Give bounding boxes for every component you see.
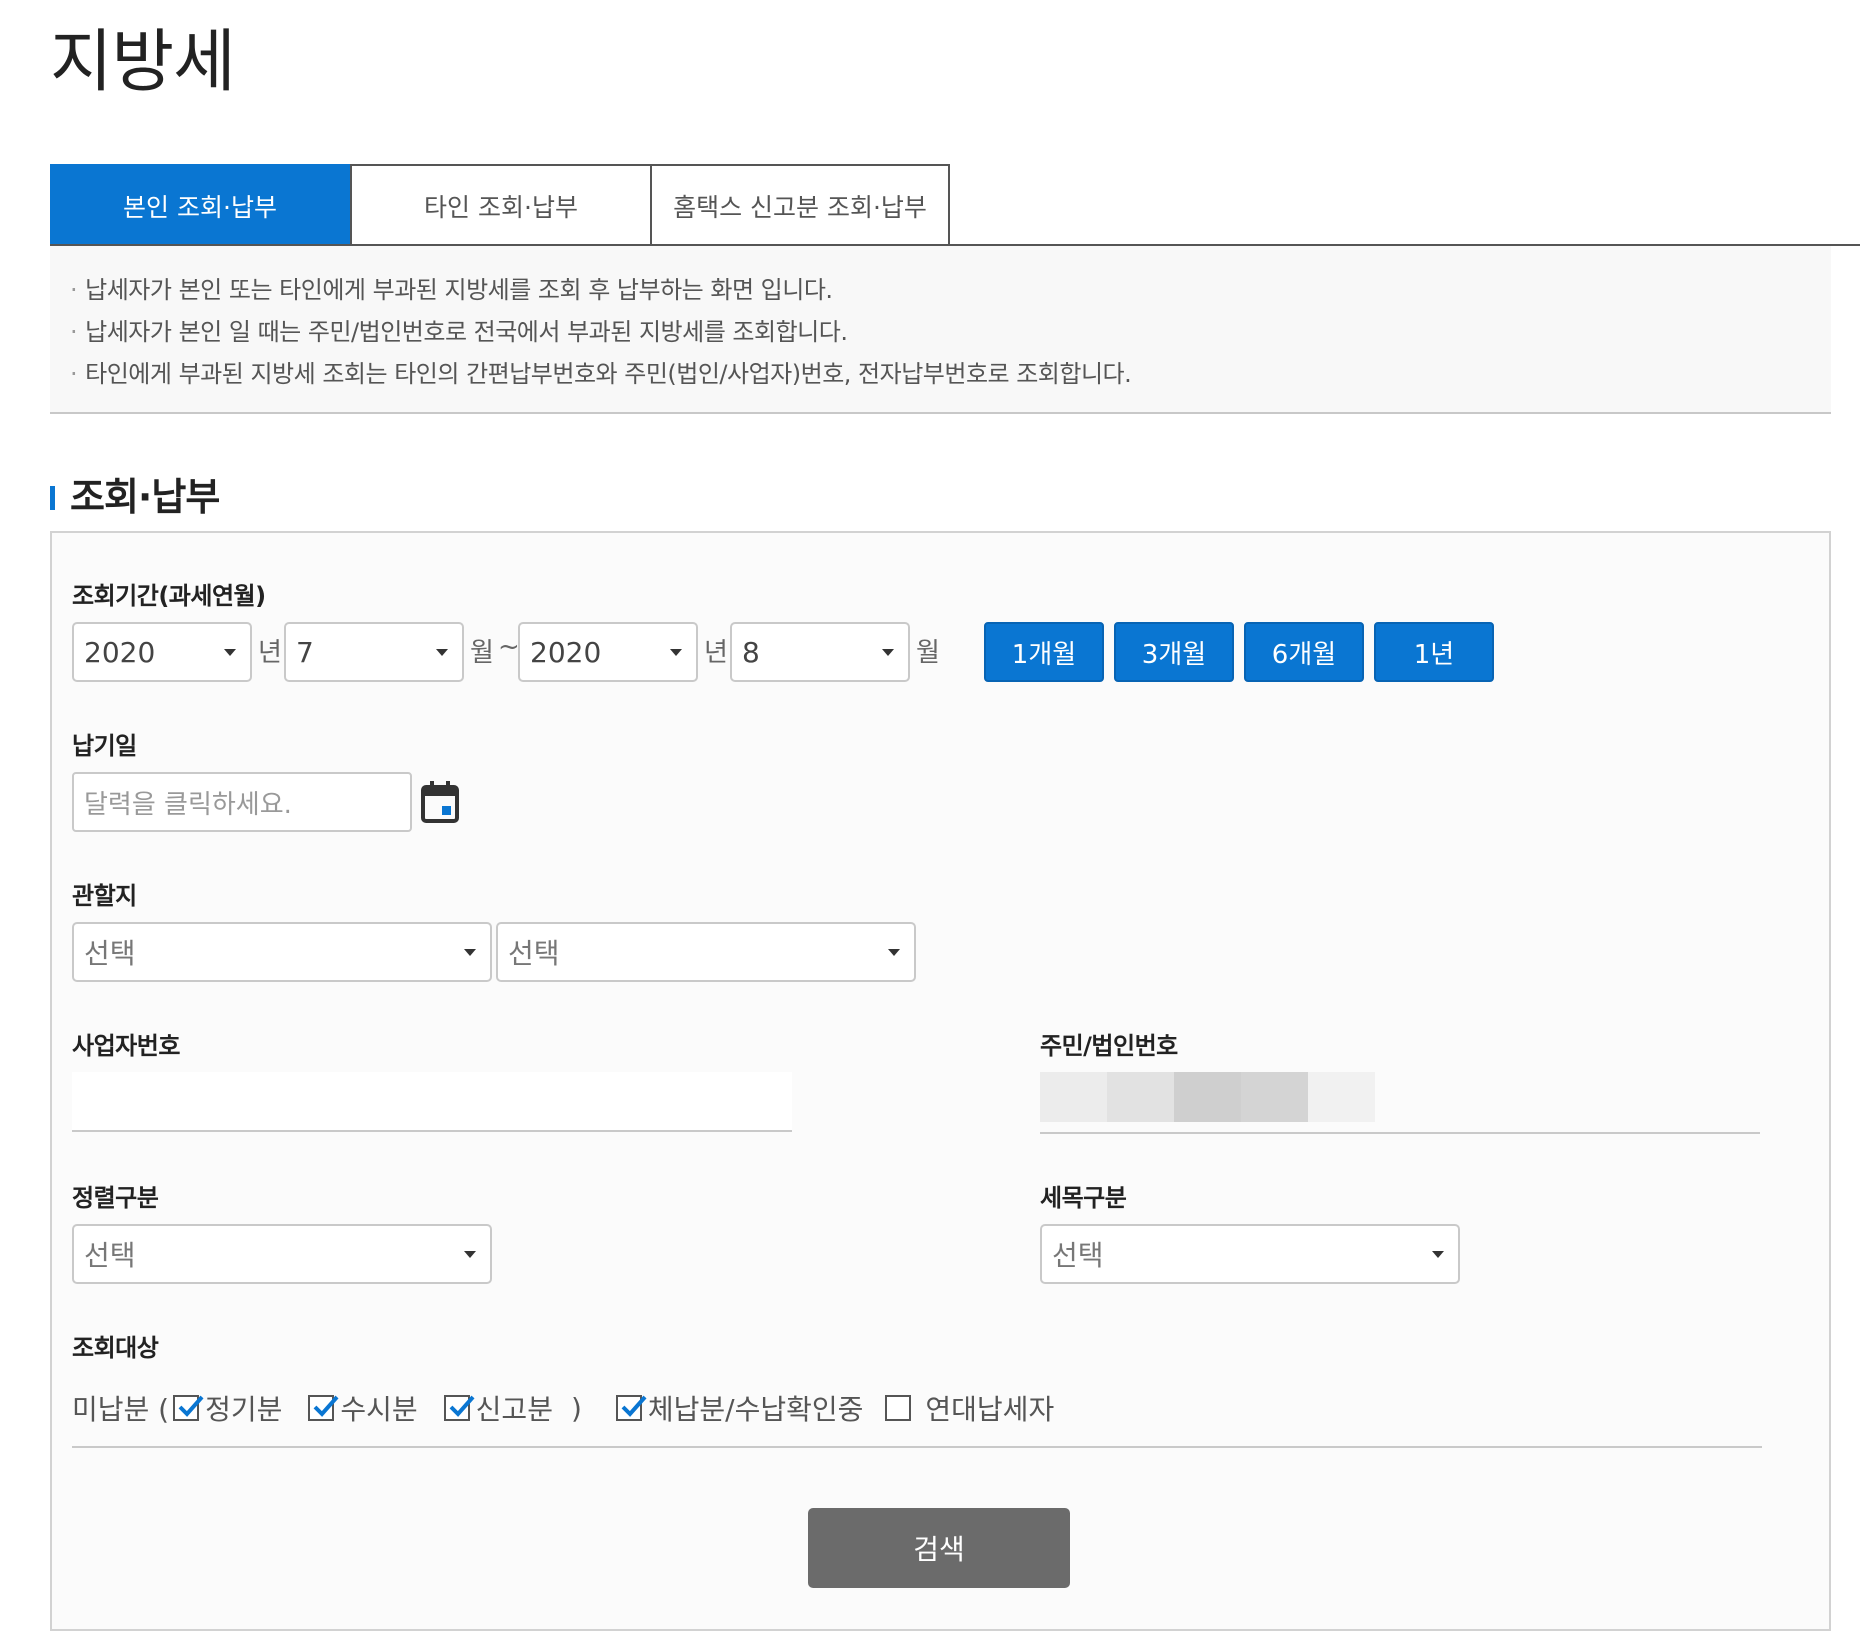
tab-hometax-label: 홈택스 신고분 조회·납부 bbox=[673, 192, 927, 222]
business-no-underline bbox=[72, 1130, 792, 1132]
notice-box: 납세자가 본인 또는 타인에게 부과된 지방세를 조회 후 납부하는 화면 입니… bbox=[50, 246, 1831, 414]
target-label: 조회대상 bbox=[72, 1334, 159, 1362]
calendar-icon[interactable] bbox=[420, 780, 460, 824]
joint-taxpayer-checkbox[interactable] bbox=[885, 1395, 912, 1421]
check-icon bbox=[621, 1395, 647, 1417]
notice-item: 타인에게 부과된 지방세 조회는 타인의 간편납부번호와 주민(법인/사업자)번… bbox=[70, 354, 1132, 389]
target-options-row: 미납분 ( 정기분 수시분 신고분 ) 체납분/수납확인중 연대납세자 bbox=[72, 1388, 1054, 1428]
to-year-select[interactable]: 2020 bbox=[518, 622, 698, 682]
occasional-checkbox-label: 수시분 bbox=[340, 1393, 418, 1426]
masked-block bbox=[1174, 1072, 1241, 1122]
jurisdiction-select-1[interactable]: 선택 bbox=[72, 922, 492, 982]
tax-item-label: 세목구분 bbox=[1040, 1184, 1127, 1212]
caret-down-icon bbox=[224, 648, 236, 656]
sort-label: 정렬구분 bbox=[72, 1184, 159, 1212]
unpaid-prefix: 미납분 ( bbox=[72, 1393, 170, 1426]
month-unit: 월 bbox=[916, 638, 940, 668]
tab-other[interactable]: 타인 조회·납부 bbox=[350, 164, 650, 245]
due-date-label: 납기일 bbox=[72, 732, 137, 760]
caret-down-icon bbox=[1432, 1250, 1444, 1258]
to-year-value: 2020 bbox=[530, 635, 602, 669]
section-title: 조회·납부 bbox=[70, 475, 220, 519]
period-label: 조회기간(과세연월) bbox=[72, 582, 266, 610]
close-paren: ) bbox=[570, 1391, 582, 1425]
quick-1-month-button[interactable]: 1개월 bbox=[984, 622, 1104, 682]
caret-down-icon bbox=[464, 948, 476, 956]
joint-taxpayer-checkbox-label: 연대납세자 bbox=[925, 1393, 1055, 1426]
overdue-checkbox[interactable] bbox=[615, 1395, 647, 1421]
due-date-input[interactable]: 달력을 클릭하세요. bbox=[72, 772, 412, 832]
year-unit: 년 bbox=[258, 638, 282, 668]
jurisdiction-select-1-value: 선택 bbox=[84, 937, 136, 970]
reported-checkbox[interactable] bbox=[443, 1395, 475, 1421]
page-title: 지방세 bbox=[50, 23, 236, 102]
quick-6-month-button[interactable]: 6개월 bbox=[1244, 622, 1364, 682]
overdue-checkbox-label: 체납분/수납확인중 bbox=[647, 1393, 864, 1426]
caret-down-icon bbox=[882, 648, 894, 656]
resident-no-underline bbox=[1040, 1132, 1760, 1134]
year-unit: 년 bbox=[704, 638, 728, 668]
tab-self-label: 본인 조회·납부 bbox=[123, 192, 277, 222]
quick-1-year-button[interactable]: 1년 bbox=[1374, 622, 1494, 682]
caret-down-icon bbox=[670, 648, 682, 656]
to-month-select[interactable]: 8 bbox=[730, 622, 910, 682]
quick-3-month-button[interactable]: 3개월 bbox=[1114, 622, 1234, 682]
check-icon bbox=[313, 1395, 339, 1417]
masked-block bbox=[1107, 1072, 1174, 1122]
tax-item-select[interactable]: 선택 bbox=[1040, 1224, 1460, 1284]
jurisdiction-label: 관할지 bbox=[72, 882, 137, 910]
from-month-value: 7 bbox=[296, 635, 314, 669]
search-button[interactable]: 검색 bbox=[808, 1508, 1070, 1588]
tab-other-label: 타인 조회·납부 bbox=[424, 192, 578, 222]
tab-hometax[interactable]: 홈택스 신고분 조회·납부 bbox=[650, 164, 950, 245]
business-no-input[interactable] bbox=[72, 1072, 792, 1130]
masked-block bbox=[1308, 1072, 1375, 1122]
month-unit: 월 bbox=[470, 638, 494, 668]
notice-item: 납세자가 본인 또는 타인에게 부과된 지방세를 조회 후 납부하는 화면 입니… bbox=[70, 270, 833, 305]
due-date-placeholder: 달력을 클릭하세요. bbox=[84, 789, 292, 820]
resident-no-input[interactable] bbox=[1040, 1072, 1760, 1132]
caret-down-icon bbox=[436, 648, 448, 656]
check-icon bbox=[449, 1395, 475, 1417]
jurisdiction-select-2[interactable]: 선택 bbox=[496, 922, 916, 982]
masked-block bbox=[1241, 1072, 1308, 1122]
from-year-value: 2020 bbox=[84, 635, 156, 669]
caret-down-icon bbox=[888, 948, 900, 956]
target-underline bbox=[72, 1446, 1762, 1448]
from-year-select[interactable]: 2020 bbox=[72, 622, 252, 682]
resident-no-label: 주민/법인번호 bbox=[1040, 1032, 1178, 1060]
regular-checkbox[interactable] bbox=[173, 1395, 204, 1421]
period-tilde: ~ bbox=[498, 632, 520, 662]
notice-item: 납세자가 본인 일 때는 주민/법인번호로 전국에서 부과된 지방세를 조회합니… bbox=[70, 312, 848, 347]
from-month-select[interactable]: 7 bbox=[284, 622, 464, 682]
sort-select-value: 선택 bbox=[84, 1239, 136, 1272]
jurisdiction-select-2-value: 선택 bbox=[508, 937, 560, 970]
tax-item-select-value: 선택 bbox=[1052, 1239, 1104, 1272]
to-month-value: 8 bbox=[742, 635, 760, 669]
check-icon bbox=[178, 1395, 204, 1417]
sort-select[interactable]: 선택 bbox=[72, 1224, 492, 1284]
caret-down-icon bbox=[464, 1250, 476, 1258]
reported-checkbox-label: 신고분 bbox=[475, 1393, 553, 1426]
tab-self[interactable]: 본인 조회·납부 bbox=[50, 164, 350, 245]
business-no-label: 사업자번호 bbox=[72, 1032, 180, 1060]
occasional-checkbox[interactable] bbox=[308, 1395, 339, 1421]
masked-block bbox=[1040, 1072, 1107, 1122]
regular-checkbox-label: 정기분 bbox=[205, 1393, 283, 1426]
section-marker bbox=[50, 486, 55, 510]
